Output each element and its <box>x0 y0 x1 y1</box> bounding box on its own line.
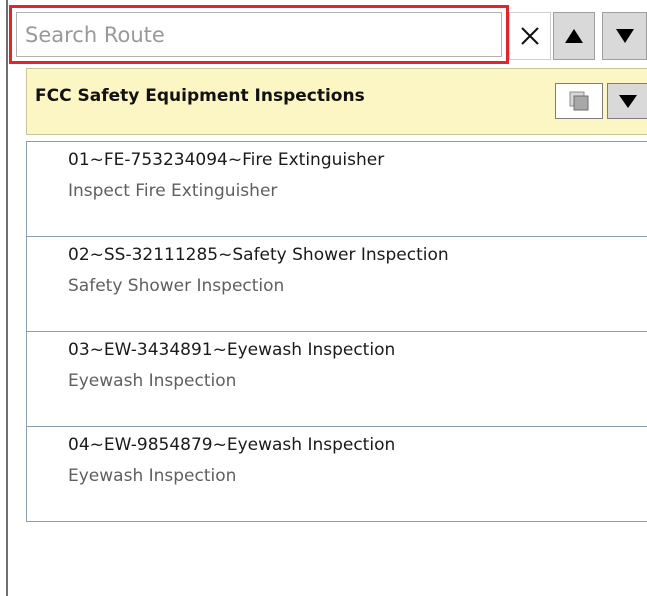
list-item[interactable]: 01~FE-753234094~Fire Extinguisher Inspec… <box>26 141 647 237</box>
list-item[interactable]: 04~EW-9854879~Eyewash Inspection Eyewash… <box>26 426 647 522</box>
list-item[interactable]: 02~SS-32111285~Safety Shower Inspection … <box>26 236 647 332</box>
previous-button[interactable] <box>553 12 595 60</box>
list-item-title: 03~EW-3434891~Eyewash Inspection <box>68 340 396 360</box>
panel-divider <box>0 0 8 596</box>
list-item-subtitle: Inspect Fire Extinguisher <box>68 181 278 201</box>
triangle-down-icon <box>615 29 634 43</box>
list-item-subtitle: Eyewash Inspection <box>68 371 237 391</box>
clear-search-button[interactable] <box>509 12 551 60</box>
list-item-subtitle: Eyewash Inspection <box>68 466 237 486</box>
route-menu-button[interactable] <box>607 83 647 119</box>
list-item-title: 01~FE-753234094~Fire Extinguisher <box>68 150 385 170</box>
list-item[interactable]: 03~EW-3434891~Eyewash Inspection Eyewash… <box>26 331 647 427</box>
triangle-down-icon <box>619 95 637 108</box>
copy-stack-icon <box>569 91 589 111</box>
copy-button[interactable] <box>555 83 603 119</box>
list-item-title: 02~SS-32111285~Safety Shower Inspection <box>68 245 449 265</box>
route-title: FCC Safety Equipment Inspections <box>35 86 365 106</box>
route-panel: FCC Safety Equipment Inspections 01~FE-7… <box>0 0 647 596</box>
search-input[interactable] <box>16 12 502 57</box>
triangle-up-icon <box>565 29 583 43</box>
close-icon <box>521 27 539 45</box>
next-button[interactable] <box>602 12 647 60</box>
route-item-list: 01~FE-753234094~Fire Extinguisher Inspec… <box>26 141 647 522</box>
route-header: FCC Safety Equipment Inspections <box>26 68 647 135</box>
list-item-title: 04~EW-9854879~Eyewash Inspection <box>68 435 396 455</box>
list-item-subtitle: Safety Shower Inspection <box>68 276 285 296</box>
